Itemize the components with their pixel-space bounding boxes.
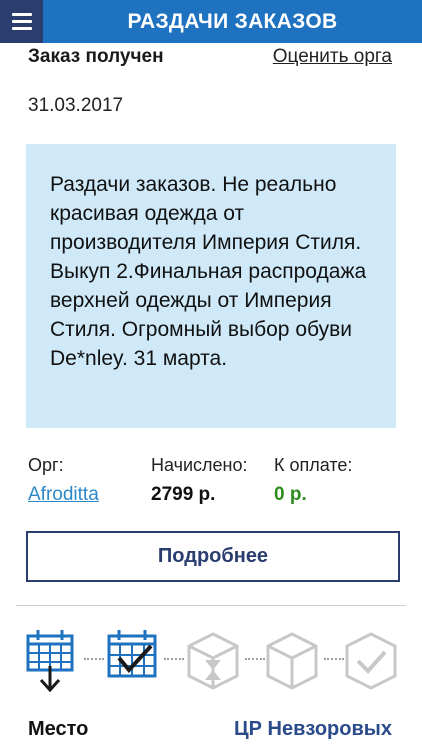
menu-button[interactable] — [0, 0, 43, 43]
box-icon — [264, 628, 320, 690]
calendar-download-icon — [24, 628, 80, 693]
org-link[interactable]: Afroditta — [28, 484, 99, 506]
details-button[interactable]: Подробнее — [26, 531, 400, 582]
charged-column: Начислено: 2799 р. — [151, 455, 248, 506]
to-pay-value: 0 р. — [274, 484, 307, 505]
page-title: РАЗДАЧИ ЗАКАЗОВ — [127, 10, 338, 33]
order-progress-steps — [0, 620, 422, 700]
check-circle-icon — [343, 628, 399, 690]
step-connector — [84, 658, 104, 660]
step-connector — [164, 658, 184, 660]
charged-value: 2799 р. — [151, 484, 216, 505]
org-column: Орг: Afroditta — [28, 455, 99, 506]
step-connector — [245, 658, 265, 660]
order-description: Раздачи заказов. Не реально красивая оде… — [50, 173, 367, 370]
charged-label: Начислено: — [151, 455, 248, 475]
calendar-check-icon — [105, 628, 161, 690]
place-value[interactable]: ЦР Невзоровых — [234, 718, 392, 741]
order-date: 31.03.2017 — [28, 95, 124, 116]
order-status: Заказ получен — [28, 46, 164, 67]
rate-organizer-link[interactable]: Оценить орга — [273, 46, 392, 68]
divider — [16, 605, 406, 606]
to-pay-label: К оплате: — [274, 455, 353, 475]
order-description-box: Раздачи заказов. Не реально красивая оде… — [26, 144, 396, 428]
hamburger-icon — [11, 13, 32, 16]
box-hourglass-icon — [185, 628, 241, 690]
to-pay-column: К оплате: 0 р. — [274, 455, 352, 506]
app-header: РАЗДАЧИ ЗАКАЗОВ — [0, 0, 422, 43]
org-label: Орг: — [28, 455, 64, 475]
place-label: Место — [28, 718, 89, 740]
step-connector — [324, 658, 344, 660]
